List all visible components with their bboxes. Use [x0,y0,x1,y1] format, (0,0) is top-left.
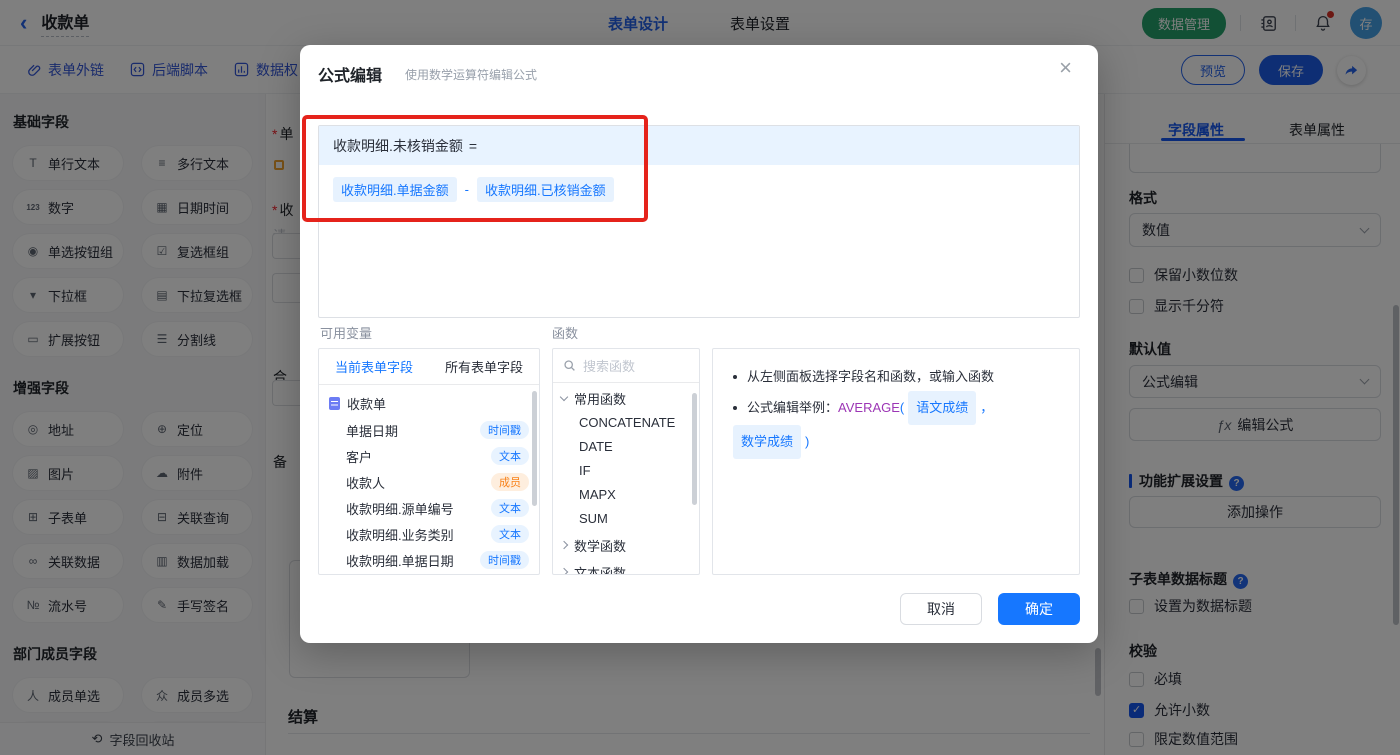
variables-panel: 当前表单字段 所有表单字段 收款单 单据日期 时间戳 客户 文本 收款人 成员 收款明… [318,348,540,575]
operator-token: - [464,182,469,197]
formula-editor[interactable]: 收款明细.未核销金额 = 收款明细.单据金额 - 收款明细.已核销金额 [318,125,1080,318]
functions-scrollbar[interactable] [692,393,697,505]
chevron-right-icon [559,540,569,550]
variable-row[interactable]: 收款人 成员 [319,469,539,495]
form-doc-icon [329,396,340,410]
bullet [733,375,737,379]
type-badge: 文本 [491,525,529,543]
field-token[interactable]: 收款明细.单据金额 [333,177,457,202]
function-item[interactable]: SUM [553,506,699,530]
function-item[interactable]: DATE [553,434,699,458]
chevron-right-icon [559,567,569,574]
modal-title: 公式编辑 [318,68,383,85]
cancel-button[interactable]: 取消 [900,593,982,625]
tab-current-form-fields[interactable]: 当前表单字段 [319,349,429,384]
example-field-chip: 语文成绩 [908,391,977,425]
formula-expression[interactable]: 收款明细.单据金额 - 收款明细.已核销金额 [319,165,1079,214]
field-token[interactable]: 收款明细.已核销金额 [476,177,614,202]
function-name: AVERAGE [838,400,900,415]
formula-edit-modal: 公式编辑 使用数学运算符编辑公式 × 收款明细.未核销金额 = 收款明细.单据金… [300,45,1098,643]
type-badge: 文本 [491,447,529,465]
variable-row[interactable]: 收款明细.源单编号 文本 [319,495,539,521]
tree-root-form[interactable]: 收款单 [319,389,539,417]
type-badge: 时间戳 [480,421,529,439]
variables-scrollbar[interactable] [532,391,537,506]
function-group-common[interactable]: 常用函数 [553,386,699,410]
functions-label: 函数 [552,326,579,341]
tip-example: 公式编辑举例： AVERAGE ( 语文成绩 ， 数学成绩 ) [729,391,1065,459]
type-badge: 时间戳 [480,551,529,569]
variable-row[interactable]: 收款明细.单据日期 时间戳 [319,547,539,573]
function-search[interactable]: 搜索函数 [553,349,699,383]
function-item[interactable]: MAPX [553,482,699,506]
example-field-chip: 数学成绩 [733,425,802,459]
tips-panel: 从左侧面板选择字段名和函数，或输入函数 公式编辑举例： AVERAGE ( 语文… [712,348,1080,575]
close-icon[interactable]: × [1059,57,1072,79]
modal-subtitle: 使用数学运算符编辑公式 [405,68,538,82]
chevron-down-icon [559,392,569,401]
confirm-button[interactable]: 确定 [998,593,1080,625]
bullet [733,406,737,410]
function-item[interactable]: IF [553,458,699,482]
tab-all-form-fields[interactable]: 所有表单字段 [429,349,539,384]
type-badge: 文本 [491,499,529,517]
function-group-text[interactable]: 文本函数 [553,560,699,574]
variable-row[interactable]: 单据日期 时间戳 [319,417,539,443]
functions-panel: 搜索函数 常用函数 CONCATENATE DATE IF MAPX SUM 数… [552,348,700,575]
type-badge: 成员 [491,473,529,491]
search-placeholder: 搜索函数 [583,359,636,374]
variable-row[interactable]: 收款明细.业务类别 文本 [319,521,539,547]
formula-target-row: 收款明细.未核销金额 = [319,126,1079,165]
search-icon [564,360,575,371]
function-group-math[interactable]: 数学函数 [553,533,699,557]
variables-label: 可用变量 [320,326,373,341]
function-item[interactable]: CONCATENATE [553,410,699,434]
tip-line: 从左侧面板选择字段名和函数，或输入函数 [729,363,1065,391]
variable-row[interactable]: 客户 文本 [319,443,539,469]
